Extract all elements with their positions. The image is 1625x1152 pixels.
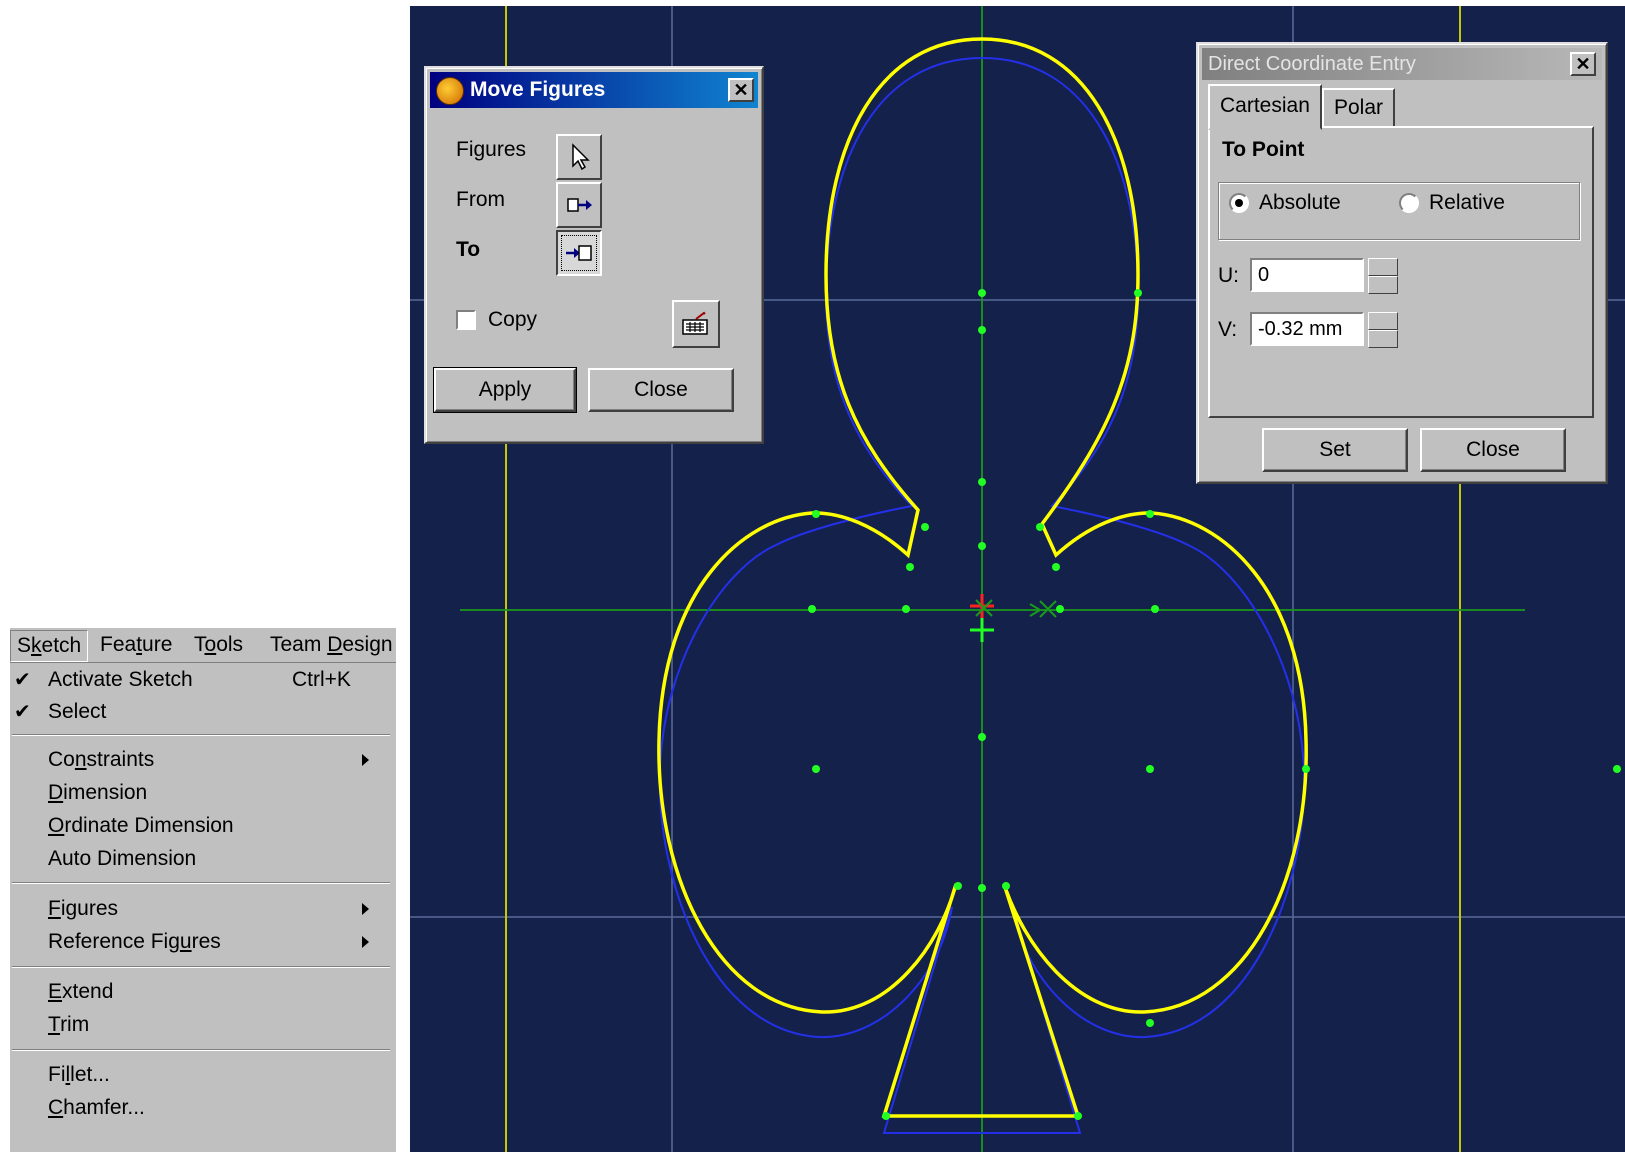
set-button[interactable]: Set bbox=[1262, 428, 1408, 472]
close-button[interactable]: Close bbox=[1420, 428, 1566, 472]
menu-item-constraints[interactable]: Constraints bbox=[10, 744, 394, 776]
menu-item-fillet[interactable]: Fillet... bbox=[10, 1059, 394, 1091]
spin-down-button[interactable] bbox=[1368, 330, 1398, 348]
spin-down-button[interactable] bbox=[1368, 276, 1398, 294]
menu-separator bbox=[12, 734, 390, 736]
coordinate-entry-titlebar[interactable]: Direct Coordinate Entry ✕ bbox=[1202, 48, 1602, 80]
keyboard-entry-button[interactable] bbox=[672, 300, 720, 348]
mode-group: Absolute Relative bbox=[1218, 182, 1580, 240]
menu-item-label: Activate Sketch bbox=[48, 668, 193, 691]
origin-marker bbox=[970, 594, 1057, 642]
menu-item-label: Fillet... bbox=[48, 1063, 110, 1086]
menu-team-design[interactable]: Team Design bbox=[264, 630, 396, 660]
menu-tools[interactable]: Tools bbox=[188, 630, 249, 660]
menu-item-shortcut: Ctrl+K bbox=[292, 668, 351, 691]
dialog-title: Move Figures bbox=[470, 78, 606, 101]
submenu-arrow-icon bbox=[362, 936, 369, 948]
menu-separator bbox=[12, 882, 390, 884]
v-spinner[interactable] bbox=[1368, 312, 1398, 348]
menu-separator bbox=[12, 966, 390, 968]
menu-item-ordinate-dimension[interactable]: Ordinate Dimension bbox=[10, 810, 394, 842]
menu-item-auto-dimension[interactable]: Auto Dimension bbox=[10, 843, 394, 875]
absolute-label: Absolute bbox=[1259, 191, 1341, 214]
close-button[interactable]: Close bbox=[588, 368, 734, 412]
close-icon[interactable]: ✕ bbox=[728, 78, 754, 102]
to-label: To bbox=[456, 238, 481, 261]
submenu-arrow-icon bbox=[362, 903, 369, 915]
v-label: V: bbox=[1218, 318, 1238, 341]
menu-item-dimension[interactable]: Dimension bbox=[10, 777, 394, 809]
menu-item-label: Extend bbox=[48, 980, 114, 1003]
from-point-button[interactable] bbox=[556, 182, 602, 228]
sketch-dropdown: ✔ Activate Sketch Ctrl+K ✔ Select Constr… bbox=[10, 664, 394, 1152]
menu-item-extend[interactable]: Extend bbox=[10, 976, 394, 1008]
dialog-title: Direct Coordinate Entry bbox=[1208, 53, 1416, 75]
menu-item-select[interactable]: ✔ Select bbox=[10, 696, 394, 728]
menu-item-label: Trim bbox=[48, 1013, 90, 1036]
menu-area: Sketch Feature Tools Team Design ✔ Activ… bbox=[10, 628, 396, 1152]
menu-item-activate-sketch[interactable]: ✔ Activate Sketch Ctrl+K bbox=[10, 664, 394, 696]
menu-item-label: Chamfer... bbox=[48, 1096, 145, 1119]
menu-item-label: Auto Dimension bbox=[48, 847, 197, 870]
menu-item-figures[interactable]: Figures bbox=[10, 893, 394, 925]
from-label: From bbox=[456, 188, 505, 211]
apply-button[interactable]: Apply bbox=[433, 367, 577, 413]
menu-item-reference-figures[interactable]: Reference Figures bbox=[10, 926, 394, 958]
checkmark-icon: ✔ bbox=[14, 669, 31, 691]
menu-item-label: Figures bbox=[48, 897, 119, 920]
spin-up-button[interactable] bbox=[1368, 312, 1398, 330]
copy-checkbox[interactable] bbox=[456, 310, 476, 330]
menu-item-chamfer[interactable]: Chamfer... bbox=[10, 1092, 394, 1124]
submenu-arrow-icon bbox=[362, 754, 369, 766]
from-point-icon bbox=[567, 198, 592, 212]
menu-sketch[interactable]: Sketch bbox=[10, 630, 89, 662]
figures-label: Figures bbox=[456, 138, 527, 161]
keyboard-icon bbox=[682, 311, 708, 335]
to-point-icon bbox=[566, 245, 592, 261]
u-label: U: bbox=[1218, 264, 1239, 287]
to-point-button[interactable] bbox=[556, 230, 602, 276]
move-figures-dialog: Move Figures ✕ Figures From To Copy Appl… bbox=[424, 66, 764, 444]
direct-coordinate-entry-dialog: Direct Coordinate Entry ✕ Cartesian Pola… bbox=[1196, 42, 1608, 484]
menu-feature[interactable]: Feature bbox=[94, 630, 178, 660]
relative-label: Relative bbox=[1429, 191, 1505, 214]
u-input[interactable]: 0 bbox=[1250, 258, 1364, 292]
spin-up-button[interactable] bbox=[1368, 258, 1398, 276]
menu-item-label: Constraints bbox=[48, 748, 155, 771]
menu-item-label: Reference Figures bbox=[48, 930, 221, 953]
relative-radio[interactable] bbox=[1399, 193, 1419, 213]
menu-item-trim[interactable]: Trim bbox=[10, 1009, 394, 1041]
section-title: To Point bbox=[1222, 138, 1305, 161]
tab-cartesian[interactable]: Cartesian bbox=[1208, 84, 1322, 130]
menubar: Sketch Feature Tools Team Design bbox=[10, 628, 396, 663]
copy-label: Copy bbox=[488, 308, 538, 331]
absolute-radio[interactable] bbox=[1229, 193, 1249, 213]
close-icon[interactable]: ✕ bbox=[1570, 52, 1596, 76]
menu-item-label: Select bbox=[48, 700, 107, 723]
menu-item-label: Ordinate Dimension bbox=[48, 814, 234, 837]
pointer-arrow-icon bbox=[572, 143, 590, 171]
menu-item-label: Dimension bbox=[48, 781, 148, 804]
move-figures-app-icon bbox=[436, 77, 464, 105]
u-spinner[interactable] bbox=[1368, 258, 1398, 294]
menu-separator bbox=[12, 1049, 390, 1051]
cartesian-panel: To Point Absolute Relative U: 0 V: -0.32… bbox=[1208, 126, 1594, 418]
v-input[interactable]: -0.32 mm bbox=[1250, 312, 1364, 346]
checkmark-icon: ✔ bbox=[14, 701, 31, 723]
tab-polar[interactable]: Polar bbox=[1322, 88, 1396, 128]
select-figures-button[interactable] bbox=[556, 134, 602, 180]
move-figures-titlebar[interactable]: Move Figures ✕ bbox=[430, 72, 758, 108]
